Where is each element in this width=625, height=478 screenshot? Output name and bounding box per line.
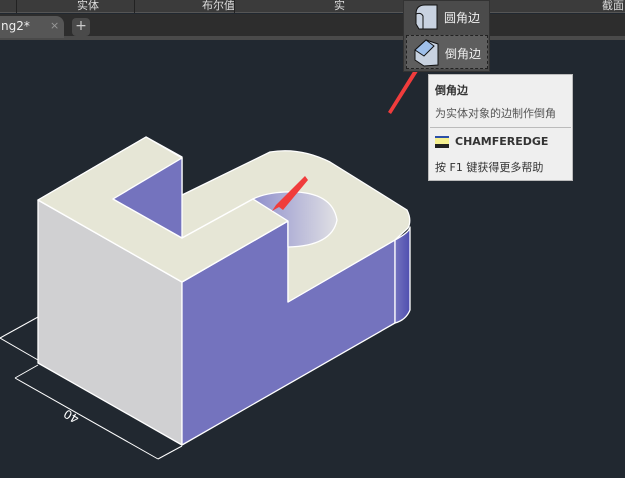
panel-section[interactable]: 截面 xyxy=(602,0,624,13)
ribbon-panel-bar: 实体 布尔值 实 截面 xyxy=(0,0,625,13)
extension-line xyxy=(157,445,183,460)
document-tab-bar: ng2* × + xyxy=(0,14,625,40)
command-icon xyxy=(435,136,449,148)
panel-solid[interactable]: 实体 xyxy=(77,0,99,13)
divider xyxy=(430,127,571,128)
divider xyxy=(16,0,17,13)
panel-solid-edit[interactable]: 实 xyxy=(334,0,345,13)
extension-line xyxy=(0,337,39,361)
dimension-text: 40 xyxy=(61,406,81,426)
fillet-edge-button[interactable]: 圆角边 xyxy=(406,0,488,34)
menu-item-label: 圆角边 xyxy=(444,11,481,25)
tooltip-help: 按 F1 键获得更多帮助 xyxy=(435,161,544,174)
fillet-edge-icon xyxy=(415,4,438,30)
rounded-side xyxy=(394,226,411,324)
chamfer-edge-icon xyxy=(414,39,439,67)
dimension-line xyxy=(0,316,39,339)
close-icon[interactable]: × xyxy=(50,19,59,32)
divider xyxy=(134,0,135,13)
tooltip-description: 为实体对象的边制作倒角 xyxy=(435,107,556,120)
extension-line xyxy=(14,364,39,379)
menu-item-label: 倒角边 xyxy=(445,47,482,61)
divider xyxy=(234,0,235,13)
panel-boolean[interactable]: 布尔值 xyxy=(202,0,235,13)
tooltip-title: 倒角边 xyxy=(435,84,468,97)
chamfer-edge-button[interactable]: 倒角边 xyxy=(406,35,488,69)
new-tab-button[interactable]: + xyxy=(72,18,90,36)
solid-model xyxy=(37,136,411,446)
tab-drawing[interactable]: ng2* × xyxy=(0,16,64,38)
edge-tools-dropdown: 圆角边 倒角边 xyxy=(403,0,490,72)
tooltip: 倒角边 为实体对象的边制作倒角 CHAMFEREDGE 按 F1 键获得更多帮助 xyxy=(428,74,573,181)
tab-label: ng2* xyxy=(1,19,30,33)
tooltip-command: CHAMFEREDGE xyxy=(455,135,549,148)
